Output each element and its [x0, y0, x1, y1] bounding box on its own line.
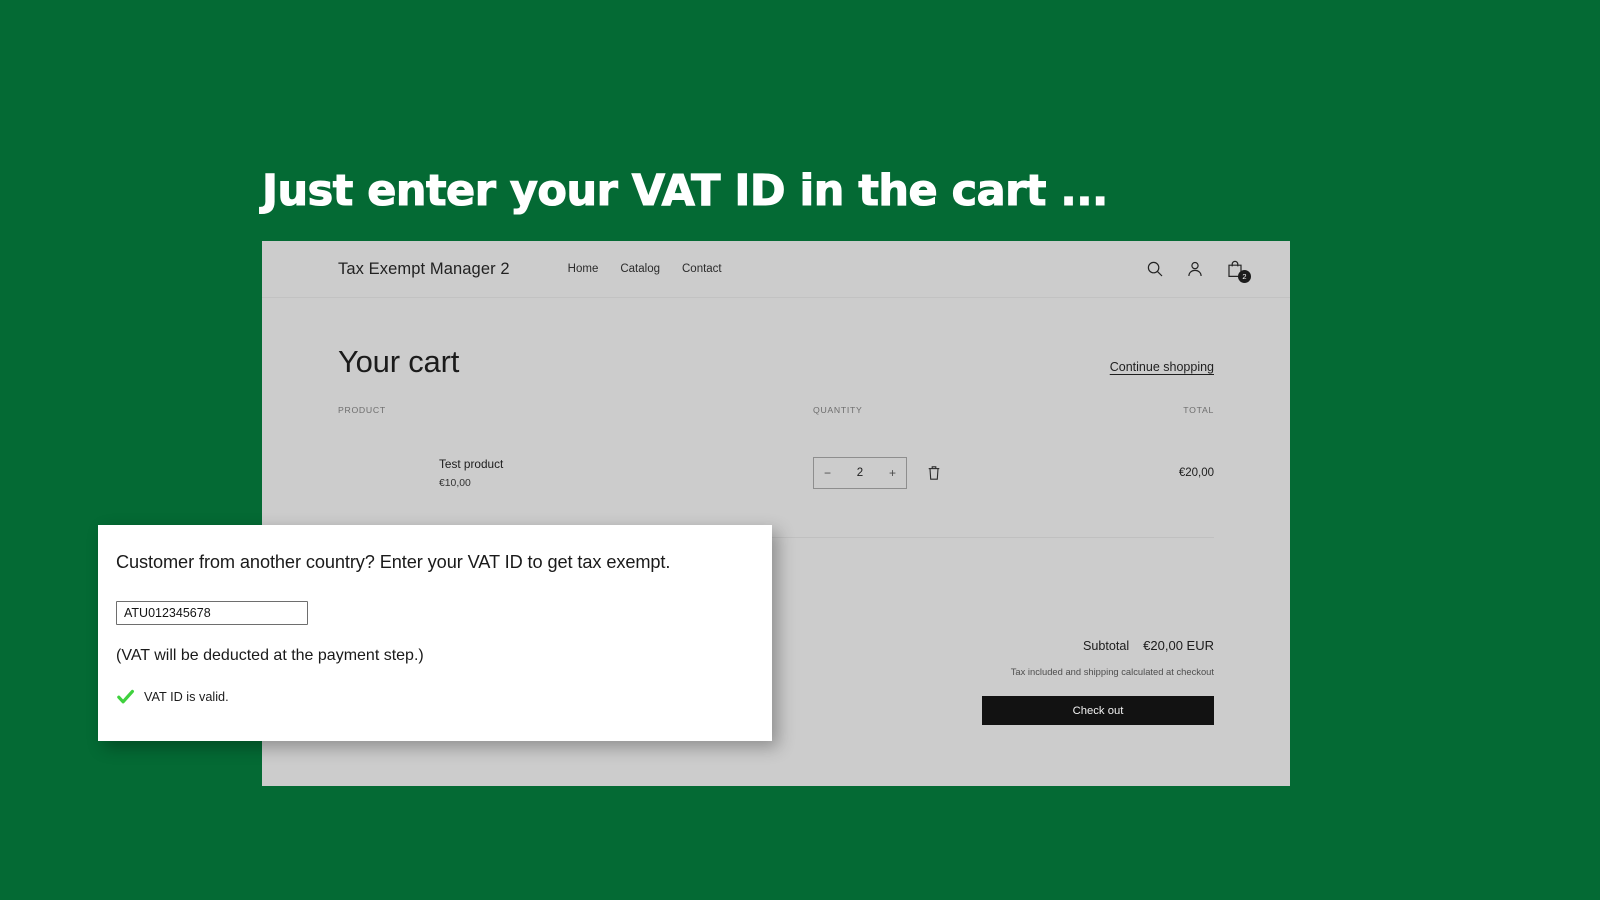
cart-count-badge: 2: [1238, 270, 1251, 283]
cart-topline: Your cart Continue shopping: [338, 344, 1214, 380]
product-thumbnail: [338, 443, 423, 503]
site-header: Tax Exempt Manager 2 Home Catalog Contac…: [262, 241, 1290, 298]
product-unit-price: €10,00: [439, 478, 471, 489]
nav-item-home[interactable]: Home: [568, 263, 599, 275]
vat-panel-heading: Customer from another country? Enter you…: [116, 552, 671, 572]
cart-summary: Subtotal €20,00 EUR Tax included and shi…: [734, 638, 1214, 725]
column-header-product: PRODUCT: [338, 405, 386, 415]
page-headline: Just enter your VAT ID in the cart ...: [261, 165, 1109, 216]
trash-icon[interactable]: [927, 465, 941, 481]
user-icon[interactable]: [1185, 259, 1205, 279]
nav-item-contact[interactable]: Contact: [682, 263, 722, 275]
vat-id-input[interactable]: [116, 601, 308, 625]
quantity-decrease-button[interactable]: −: [824, 467, 831, 479]
search-icon[interactable]: [1145, 259, 1165, 279]
column-header-quantity: QUANTITY: [813, 405, 863, 415]
brand-title[interactable]: Tax Exempt Manager 2: [338, 260, 510, 279]
check-icon: [116, 687, 135, 706]
tax-shipping-note: Tax included and shipping calculated at …: [1010, 666, 1214, 677]
vat-deduction-note: (VAT will be deducted at the payment ste…: [116, 647, 424, 664]
cart-table-header: PRODUCT QUANTITY TOTAL: [338, 405, 1214, 415]
subtotal-row: Subtotal €20,00 EUR: [734, 638, 1214, 653]
main-nav: Home Catalog Contact: [568, 263, 722, 275]
quantity-stepper[interactable]: − 2 +: [813, 457, 907, 489]
quantity-input[interactable]: 2: [857, 467, 863, 479]
quantity-increase-button[interactable]: +: [889, 467, 896, 479]
checkout-button[interactable]: Check out: [982, 696, 1214, 725]
cart-line-item: Test product €10,00 − 2 + €20,00: [338, 443, 1214, 538]
cart-icon[interactable]: 2: [1225, 259, 1251, 283]
nav-item-catalog[interactable]: Catalog: [620, 263, 660, 275]
column-header-total: TOTAL: [1183, 405, 1214, 415]
page-title: Your cart: [338, 344, 460, 379]
subtotal-label: Subtotal: [1082, 639, 1130, 653]
quantity-cell: − 2 +: [813, 457, 1035, 489]
vat-status-text: VAT ID is valid.: [144, 689, 229, 704]
vat-id-panel: Customer from another country? Enter you…: [98, 525, 772, 741]
header-actions: 2: [1145, 259, 1257, 283]
product-cell: Test product €10,00: [338, 443, 813, 503]
vat-status: VAT ID is valid.: [116, 687, 772, 706]
product-info: Test product €10,00: [423, 457, 503, 489]
product-name[interactable]: Test product: [439, 457, 503, 471]
line-total: €20,00: [1178, 467, 1214, 479]
subtotal-value: €20,00 EUR: [1143, 638, 1214, 653]
continue-shopping-link[interactable]: Continue shopping: [1110, 360, 1214, 374]
